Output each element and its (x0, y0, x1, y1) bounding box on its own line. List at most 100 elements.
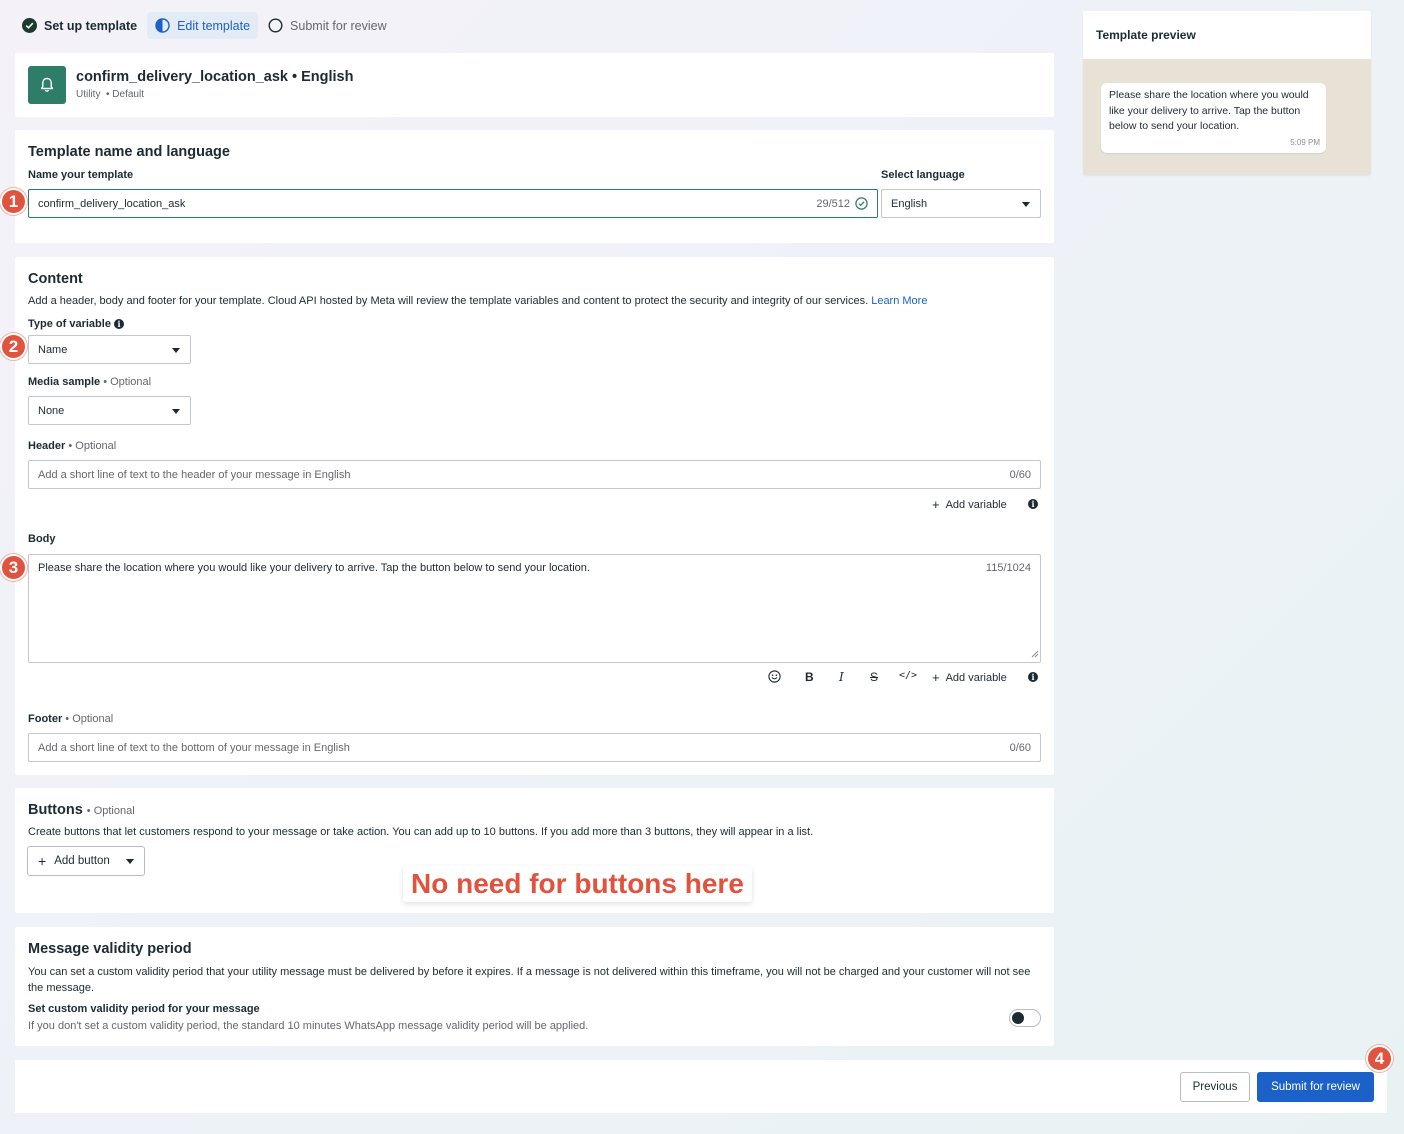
resize-handle-icon[interactable] (1031, 649, 1039, 661)
stepper: Set up template Edit template Submit for… (14, 12, 395, 39)
step-marker: 2 (0, 333, 27, 360)
caret-down-icon (1022, 201, 1030, 207)
message-time: 5:09 PM (1290, 137, 1320, 147)
template-header-card: confirm_delivery_location_ask • English … (15, 53, 1054, 117)
italic-icon: I (839, 670, 844, 684)
preview-title: Template preview (1096, 28, 1196, 42)
step-set-up-template[interactable]: Set up template (14, 12, 145, 39)
content-card: Content Add a header, body and footer fo… (15, 257, 1054, 775)
bold-button[interactable]: B (805, 670, 814, 684)
info-icon[interactable]: i (114, 319, 124, 329)
step-marker: 1 (0, 188, 27, 215)
name-label: Name your template (28, 169, 134, 181)
footer-placeholder: Add a short line of text to the bottom o… (38, 741, 350, 754)
optional-text: • Optional (86, 805, 135, 817)
annotation-callout: No need for buttons here (403, 866, 752, 902)
body-add-variable-button[interactable]: + Add variable (932, 670, 1007, 685)
emoji-icon (768, 670, 781, 686)
preview-message: Please share the location where you woul… (1109, 89, 1309, 132)
check-circle-icon (22, 18, 37, 33)
action-bar: Previous Submit for review (15, 1060, 1387, 1113)
template-preview-panel: Template preview Please share the locati… (1083, 11, 1371, 175)
validity-toggle-help: If you don't set a custom validity perio… (28, 1020, 589, 1032)
strikethrough-icon: S (870, 670, 879, 684)
empty-circle-icon (268, 18, 283, 33)
code-icon: </> (899, 670, 918, 681)
name-counter: 29/512 (816, 197, 850, 210)
toggle-knob (1012, 1012, 1024, 1024)
variable-type-value: Name (38, 343, 68, 356)
step-submit-for-review[interactable]: Submit for review (260, 12, 395, 39)
bold-icon: B (805, 670, 814, 684)
caret-down-icon (172, 408, 180, 414)
plus-icon: + (38, 853, 47, 869)
step-marker: 3 (0, 554, 27, 581)
footer-text: Footer (28, 713, 63, 725)
step-label: Set up template (44, 18, 138, 33)
media-sample-text: Media sample (28, 376, 101, 388)
footer-input[interactable]: Add a short line of text to the bottom o… (28, 733, 1041, 762)
variable-type-select[interactable]: Name (28, 335, 191, 364)
content-description: Add a header, body and footer for your t… (28, 293, 927, 309)
validity-toggle[interactable] (1009, 1009, 1041, 1027)
submit-for-review-button[interactable]: Submit for review (1257, 1072, 1374, 1102)
header-text: Header (28, 440, 66, 452)
strikethrough-button[interactable]: S (870, 670, 878, 684)
previous-label: Previous (1192, 1081, 1238, 1093)
template-name-value: confirm_delivery_location_ask (38, 197, 186, 210)
buttons-title: Buttons • Optional (28, 802, 135, 818)
section-title: Content (28, 271, 83, 287)
body-counter: 115/1024 (985, 562, 1031, 574)
header-input[interactable]: Add a short line of text to the header o… (28, 460, 1041, 489)
header-placeholder: Add a short line of text to the header o… (38, 468, 351, 481)
chat-background: Please share the location where you woul… (1083, 59, 1371, 175)
language-value: English (891, 197, 928, 210)
info-icon[interactable]: i (1028, 672, 1038, 682)
validity-title: Message validity period (28, 941, 192, 957)
plus-icon: + (932, 670, 940, 685)
template-type: • Default (106, 89, 144, 100)
template-title: confirm_delivery_location_ask • English (76, 69, 354, 85)
header-add-variable-button[interactable]: + Add variable (932, 497, 1007, 512)
add-button-dropdown[interactable]: + Add button (27, 846, 145, 876)
optional-text: • Optional (68, 440, 117, 452)
validity-toggle-label: Set custom validity period for your mess… (28, 1003, 260, 1015)
step-edit-template[interactable]: Edit template (147, 12, 259, 39)
template-meta: Utility • Default (76, 89, 144, 100)
language-label: Select language (881, 169, 965, 181)
optional-text: • Optional (103, 376, 152, 388)
message-bubble: Please share the location where you woul… (1101, 83, 1326, 153)
half-circle-icon (155, 18, 170, 33)
footer-label: Footer • Optional (28, 713, 113, 725)
italic-button[interactable]: I (839, 670, 844, 684)
caret-down-icon (126, 859, 134, 864)
header-counter: 0/60 (1009, 468, 1031, 481)
bell-icon (28, 66, 66, 104)
variable-type-text: Type of variable (28, 318, 111, 330)
add-variable-label: Add variable (945, 498, 1007, 511)
body-value: Please share the location where you woul… (38, 562, 590, 574)
header-label: Header • Optional (28, 440, 116, 452)
language-select[interactable]: English (881, 189, 1041, 218)
media-sample-select[interactable]: None (28, 396, 191, 425)
code-button[interactable]: </> (899, 670, 917, 681)
template-name-input[interactable]: confirm_delivery_location_ask 29/512 (28, 189, 878, 218)
template-category: Utility (76, 89, 101, 100)
buttons-description: Create buttons that let customers respon… (28, 826, 814, 838)
check-icon (855, 197, 868, 213)
learn-more-link[interactable]: Learn More (871, 295, 927, 307)
body-label: Body (28, 533, 56, 545)
media-sample-label: Media sample • Optional (28, 376, 151, 388)
validity-card: Message validity period You can set a cu… (15, 927, 1054, 1046)
info-icon[interactable]: i (1028, 499, 1038, 509)
section-title: Template name and language (28, 144, 230, 160)
previous-button[interactable]: Previous (1180, 1072, 1250, 1102)
emoji-button[interactable] (768, 670, 781, 686)
step-label: Edit template (177, 18, 251, 33)
validity-description: You can set a custom validity period tha… (28, 966, 1031, 994)
body-textarea[interactable]: Please share the location where you woul… (28, 554, 1041, 663)
plus-icon: + (932, 497, 940, 512)
step-label: Submit for review (290, 18, 387, 33)
variable-type-label: Type of variable (28, 318, 111, 330)
footer-counter: 0/60 (1009, 741, 1031, 754)
